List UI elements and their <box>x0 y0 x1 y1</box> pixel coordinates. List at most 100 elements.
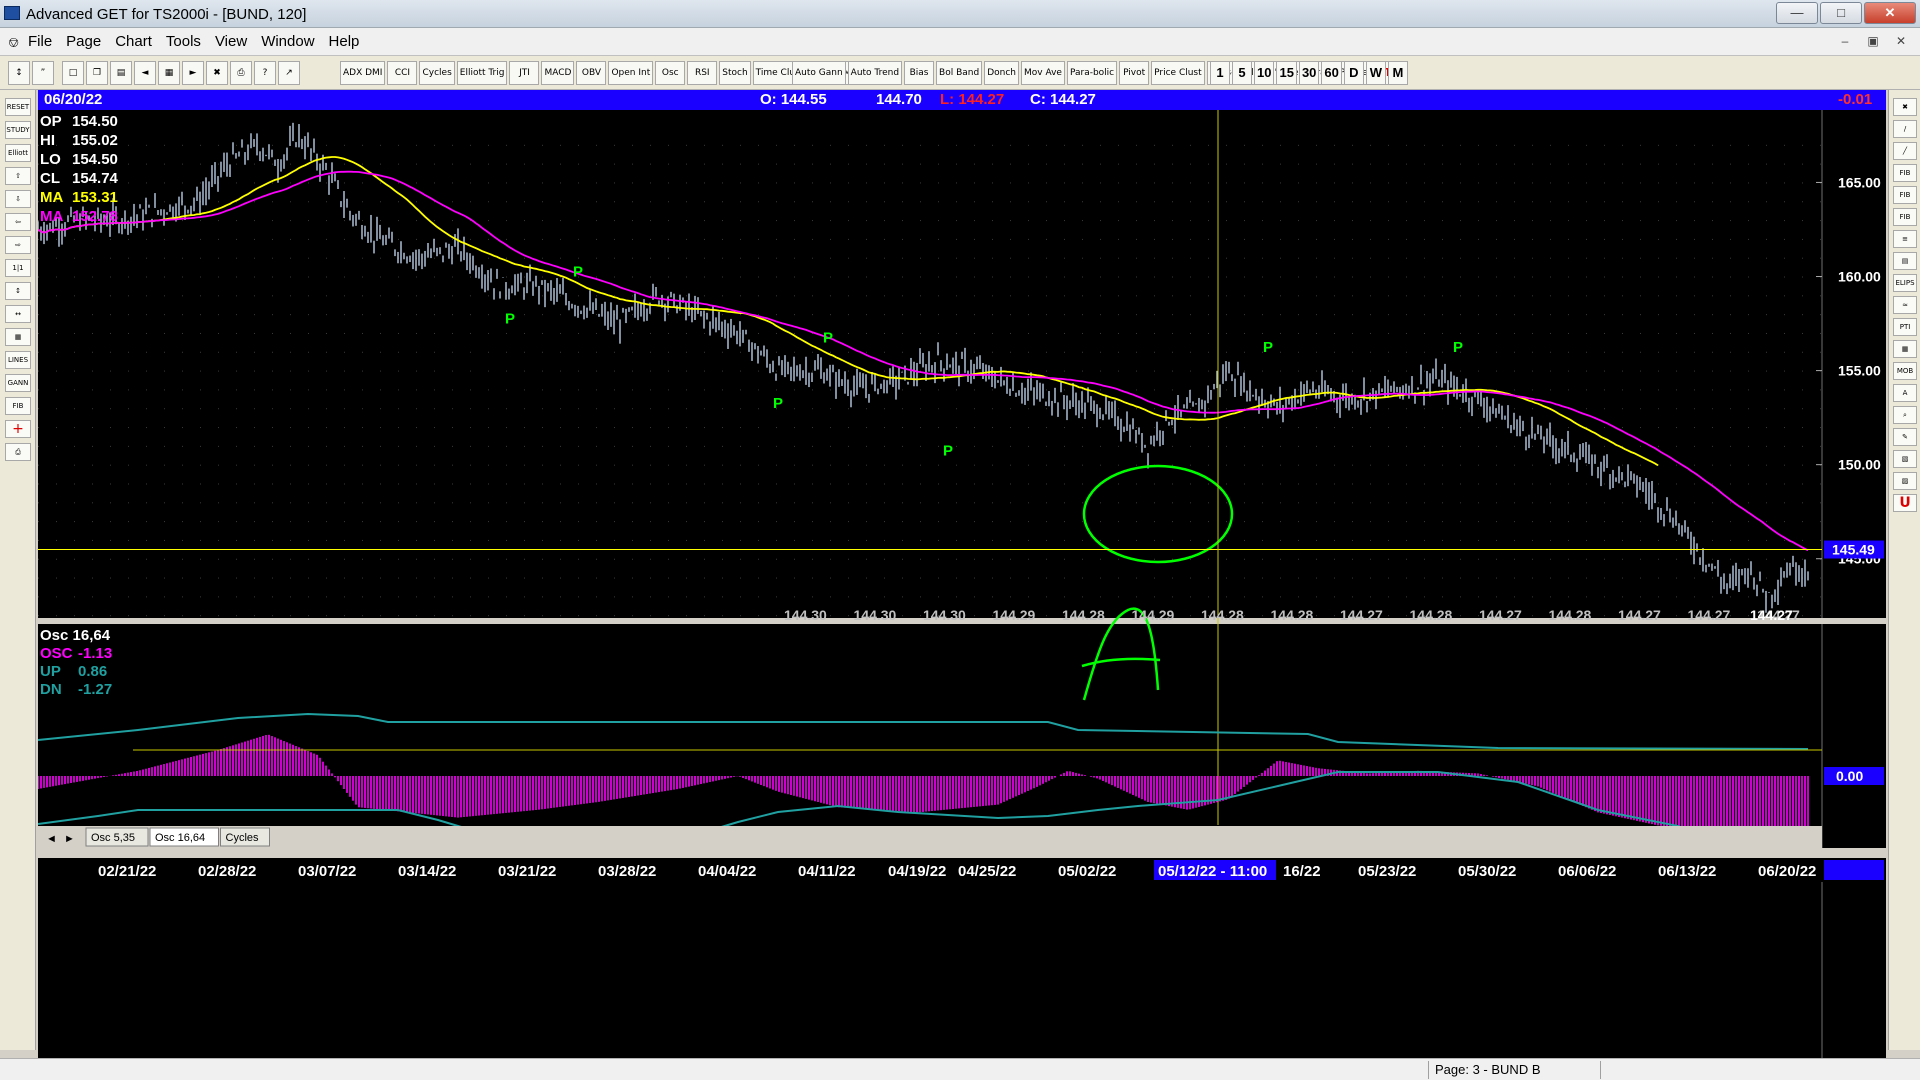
study-jti-button[interactable]: JTI <box>509 61 540 85</box>
study-elliott-trig-button[interactable]: Elliott Trig <box>456 61 508 85</box>
print-icon[interactable]: ⎙ <box>230 61 252 85</box>
menu-page[interactable]: Page <box>66 33 101 50</box>
right-tool-3-icon[interactable]: FIB RET <box>1893 164 1917 193</box>
right-tool-13-icon[interactable]: A <box>1893 384 1917 402</box>
tool-bol-band-button[interactable]: Bol Band <box>936 61 983 85</box>
interval-m-button[interactable]: M <box>1387 61 1408 85</box>
left-tool-5-icon[interactable]: ⇦ <box>5 213 31 231</box>
left-tool-1-icon[interactable]: STUDY <box>5 121 31 139</box>
right-tool-0-icon[interactable]: ✖ <box>1893 98 1917 116</box>
tool-mov-ave-button[interactable]: Mov Ave <box>1021 61 1065 85</box>
tab-scroll-right-icon[interactable]: ► <box>64 833 75 845</box>
right-tool-12-icon[interactable]: MOB <box>1893 362 1917 380</box>
interval-15-button[interactable]: 15 <box>1276 61 1297 85</box>
left-tool-11-icon[interactable]: LINES <box>5 351 31 369</box>
zoom-icon[interactable]: ▦ <box>158 61 180 85</box>
interval-10-button[interactable]: 10 <box>1254 61 1275 85</box>
grid-dot <box>1046 502 1047 504</box>
interval-w-button[interactable]: W <box>1365 61 1386 85</box>
tool-auto-gann-button[interactable]: Auto Gann <box>792 61 846 85</box>
tool-pivot-button[interactable]: Pivot <box>1119 61 1150 85</box>
right-tool-18-icon[interactable]: U <box>1893 494 1917 512</box>
study-osc-button[interactable]: Osc <box>655 61 686 85</box>
study-stoch-button[interactable]: Stoch <box>719 61 751 85</box>
menu-window[interactable]: Window <box>261 33 314 50</box>
mdi-restore-button[interactable]: ▣ <box>1862 32 1884 50</box>
study-obv-button[interactable]: OBV <box>576 61 607 85</box>
right-tool-4-icon[interactable]: FIB EXT <box>1893 186 1917 215</box>
pointer-tool-icon[interactable]: ↕ <box>8 61 30 85</box>
study-adx-dmi-button[interactable]: ADX DMI <box>340 61 386 85</box>
study-cycles-button[interactable]: Cycles <box>419 61 455 85</box>
right-tool-7-icon[interactable]: ▤ <box>1893 252 1917 270</box>
study-macd-button[interactable]: MACD <box>541 61 575 85</box>
quote-tool-icon[interactable]: ” <box>32 61 54 85</box>
left-tool-4-icon[interactable]: ⇩ <box>5 190 31 208</box>
menu-chart[interactable]: Chart <box>115 33 152 50</box>
right-tool-16-icon[interactable]: ▧ <box>1893 450 1917 468</box>
left-tool-9-icon[interactable]: ↔ <box>5 305 31 323</box>
interval-1-button[interactable]: 1 <box>1210 61 1230 85</box>
tab-scroll-left-icon[interactable]: ◄ <box>46 833 57 845</box>
menu-tools[interactable]: Tools <box>166 33 201 50</box>
right-tool-2-icon[interactable]: ╱ <box>1893 142 1917 160</box>
tool-bias-button[interactable]: Bias <box>904 61 935 85</box>
grid-dot <box>1100 351 1101 353</box>
tool-para-bolic-button[interactable]: Para-bolic <box>1066 61 1118 85</box>
right-tool-15-icon[interactable]: ✎ <box>1893 428 1917 446</box>
right-tool-11-icon[interactable]: ▦ <box>1893 340 1917 358</box>
help-icon[interactable]: ? <box>254 61 276 85</box>
open-chart-icon[interactable]: ▤ <box>110 61 132 85</box>
left-tool-12-icon[interactable]: GANN <box>5 374 31 392</box>
left-tool-7-icon[interactable]: 1|1 <box>5 259 31 277</box>
left-tool-6-icon[interactable]: ⇨ <box>5 236 31 254</box>
right-tool-9-icon[interactable]: ≈ <box>1893 296 1917 314</box>
interval-30-button[interactable]: 30 <box>1298 61 1320 85</box>
scroll-left-icon[interactable]: ◄ <box>134 61 156 85</box>
left-tool-10-icon[interactable]: ▦ <box>5 328 31 346</box>
interval-60-button[interactable]: 60 <box>1321 61 1342 85</box>
tool-donch-button[interactable]: Donch <box>984 61 1019 85</box>
right-tool-5-icon[interactable]: FIB TIME <box>1893 208 1917 237</box>
interval-d-button[interactable]: D <box>1343 61 1364 85</box>
chart-svg[interactable]: 165.00160.00155.00150.00145.00PPPPPP P145… <box>38 110 1886 1058</box>
copy-chart-icon[interactable]: ❐ <box>86 61 108 85</box>
study-open-int-button[interactable]: Open Int <box>608 61 654 85</box>
tool-auto-trend-button[interactable]: Auto Trend <box>847 61 903 85</box>
context-help-icon[interactable]: ↗ <box>278 61 300 85</box>
right-tool-6-icon[interactable]: ≡ <box>1893 230 1917 248</box>
left-tool-14-icon[interactable]: + <box>5 420 31 438</box>
left-tool-8-icon[interactable]: ↕ <box>5 282 31 300</box>
left-tool-15-icon[interactable]: ⎙ <box>5 443 31 461</box>
left-tool-0-icon[interactable]: RESET <box>5 98 31 116</box>
chart-window[interactable]: 06/20/22 O: 144.55 144.70 L: 144.27 C: 1… <box>38 90 1886 1058</box>
right-tool-1-icon[interactable]: / <box>1893 120 1917 138</box>
study-rsi-button[interactable]: RSI <box>687 61 718 85</box>
close-button[interactable]: ✕ <box>1864 2 1916 24</box>
delete-icon[interactable]: ✖ <box>206 61 228 85</box>
minimize-button[interactable]: — <box>1776 2 1818 24</box>
grid-dot <box>578 332 579 334</box>
menu-file[interactable]: File <box>28 33 52 50</box>
right-tool-14-icon[interactable]: ⌕ <box>1893 406 1917 424</box>
study-cci-button[interactable]: CCI <box>387 61 418 85</box>
scroll-right-icon[interactable]: ► <box>182 61 204 85</box>
right-tool-10-icon[interactable]: PTI <box>1893 318 1917 336</box>
maximize-button[interactable]: □ <box>1820 2 1862 24</box>
new-chart-icon[interactable]: □ <box>62 61 84 85</box>
grid-dot <box>1028 238 1029 240</box>
left-tool-3-icon[interactable]: ⇧ <box>5 167 31 185</box>
grid-dot <box>1298 596 1299 598</box>
left-tool-2-icon[interactable]: Elliott <box>5 144 31 162</box>
grid-dot <box>974 389 975 391</box>
right-tool-8-icon[interactable]: ELIPS <box>1893 274 1917 292</box>
right-tool-17-icon[interactable]: ▨ <box>1893 472 1917 490</box>
mdi-close-button[interactable]: ✕ <box>1890 32 1912 50</box>
menu-view[interactable]: View <box>215 33 247 50</box>
tool-price-clust-button[interactable]: Price Clust <box>1151 61 1205 85</box>
mdi-minimize-button[interactable]: – <box>1834 32 1856 50</box>
menu-help[interactable]: Help <box>329 33 360 50</box>
grid-dot <box>1514 201 1515 203</box>
left-tool-13-icon[interactable]: FIB <box>5 397 31 415</box>
interval-5-button[interactable]: 5 <box>1232 61 1252 85</box>
